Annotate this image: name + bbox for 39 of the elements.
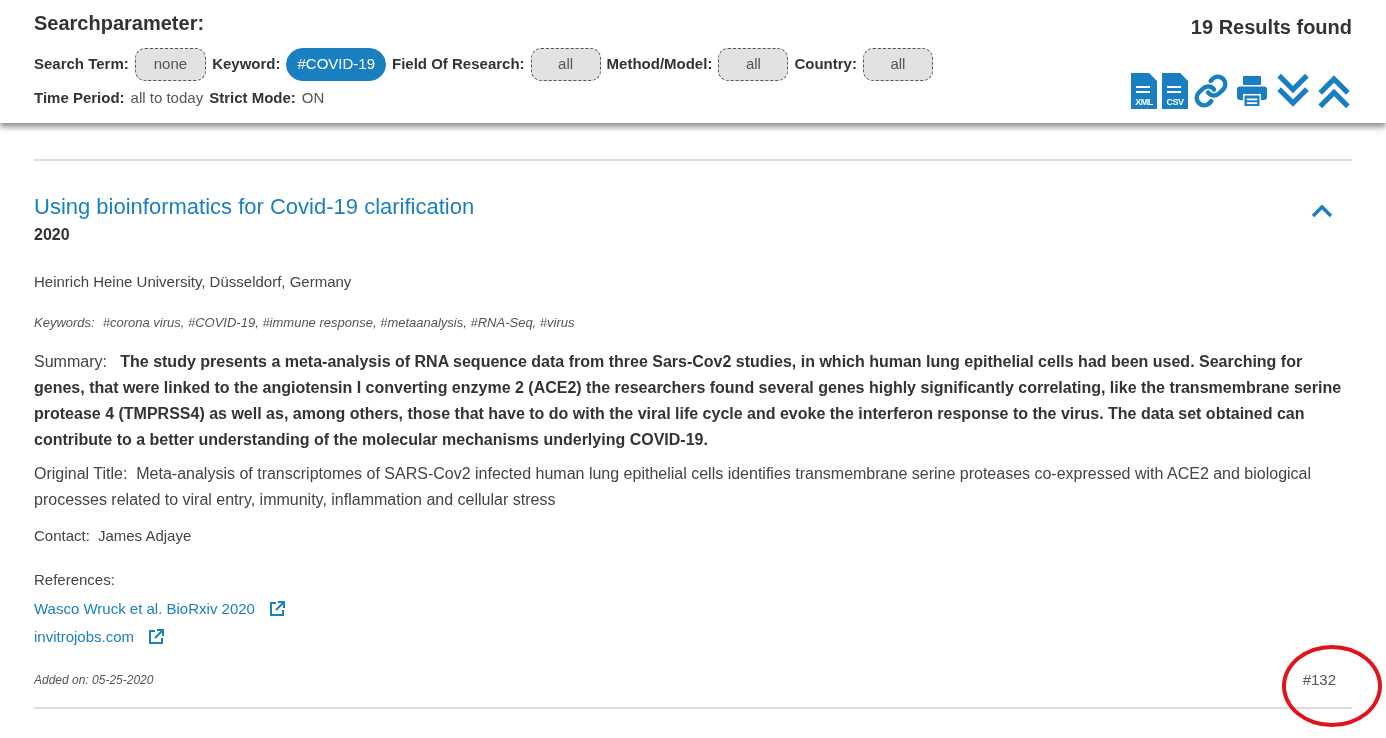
header-title: Searchparameter: [34, 11, 206, 36]
filter-tag[interactable]: all [862, 48, 933, 81]
institution-text: Heinrich Heine University, Düsseldorf, Germany [34, 271, 353, 292]
filter-tag[interactable]: all [718, 48, 789, 81]
link-icon[interactable] [1193, 73, 1229, 109]
summary-paragraph: Summary: The study presents a meta-analysis of RNA sequence data from three Sars-Cov2 studies, in which human lung epithelial cells had been used. Searching for genes, that were linked to the angiotensin I converting enzyme 2 (ACE2) the researchers found several genes highly significantly correlating, like the transmembrane serine protease 4 (TMPRSS4) as well as, among others, those that have to do with the viral life cycle and evoke the interferon response to the virus. The data set obtained can contribute to a better understanding of the molecular mechanisms underlying COVID-19. [34, 351, 1343, 450]
contact-label: Contact: [34, 525, 90, 546]
external-link-icon [268, 600, 285, 617]
setting-label: Time Period: [34, 87, 125, 108]
references-label: References: [34, 570, 116, 590]
setting-value: ON [301, 87, 325, 108]
contact-name: James Adjaye [97, 525, 192, 546]
results-count: 19 Results found [1190, 15, 1352, 40]
file-download-button[interactable]: CSV [1162, 73, 1188, 109]
setting-value: all to today [130, 87, 204, 108]
filter-label: Keyword: [212, 54, 281, 74]
reference-link[interactable]: invitrojobs.com [34, 626, 135, 649]
added-date: Added on: 05-25-2020 [34, 671, 154, 689]
keywords-text: #corona virus, #COVID-19, #immune response, #metaanalysis, #RNA-Seq, #virus [102, 314, 575, 332]
filter-label: Country: [794, 54, 857, 74]
filter-label: Method/Model: [606, 54, 713, 74]
external-link-icon [148, 629, 165, 646]
original-title-paragraph: Original Title: Meta-analysis of transcriptomes of SARS-Cov2 infected human lung epithelial cells identifies transmembrane serine proteases co-expressed with ACE2 and biological processes related to viral entry, immunity, inflammation and cellular stress [34, 463, 1313, 510]
filter-tag[interactable]: #COVID-19 [286, 48, 386, 81]
result-year: 2020 [34, 224, 71, 245]
print-icon[interactable] [1234, 73, 1270, 109]
result-title-link[interactable]: Using bioinformatics for Covid-19 clarification [34, 193, 475, 221]
setting-label: Strict Mode: [209, 87, 296, 108]
chevron-up-icon[interactable] [1310, 203, 1334, 219]
entry-number: #132 [1302, 669, 1336, 690]
keywords-label: Keywords: [34, 314, 95, 332]
filter-tag[interactable]: none [134, 48, 207, 81]
filter-label: Search Term: [34, 54, 129, 74]
filter-label: Field Of Research: [392, 54, 525, 74]
double-chevron-up-icon[interactable] [1316, 73, 1352, 109]
reference-link[interactable]: Wasco Wruck et al. BioRxiv 2020 [34, 597, 255, 620]
file-download-button[interactable]: XML [1131, 73, 1157, 109]
filter-tag[interactable]: all [530, 48, 601, 81]
double-chevron-down-icon[interactable] [1275, 73, 1311, 109]
